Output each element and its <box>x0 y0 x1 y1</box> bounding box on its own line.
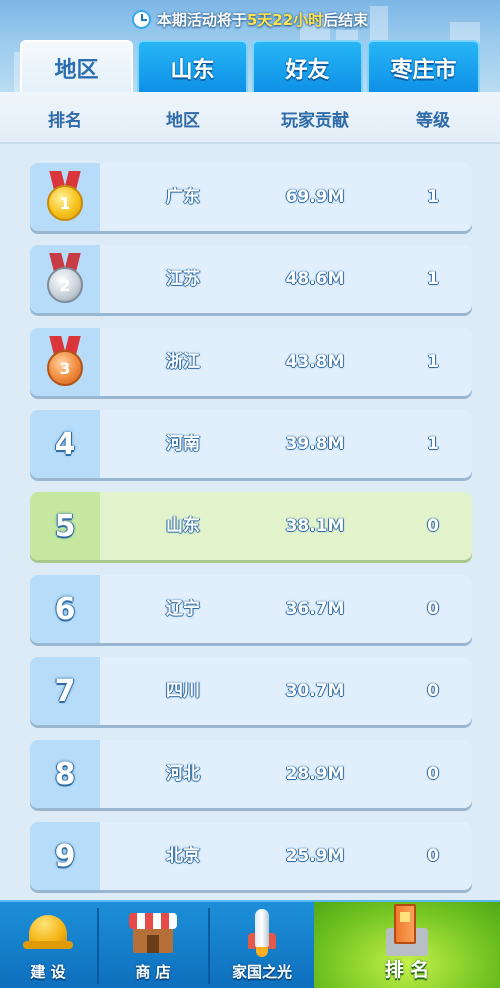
nav-label: 商 店 <box>135 963 171 981</box>
nav-label: 建 设 <box>30 963 66 981</box>
nav-national-light[interactable]: 家国之光 <box>210 902 314 988</box>
countdown-prefix: 本期活动将于 <box>156 10 247 29</box>
rank-number: 4 <box>54 426 76 462</box>
row-contribution: 38.1M <box>285 516 345 536</box>
tab-zaozhuang[interactable]: 枣庄市 <box>367 40 480 94</box>
ranking-row[interactable]: 2 江苏 48.6M 1 <box>30 245 472 313</box>
rank-number: 8 <box>54 756 76 792</box>
rank-badge: 2 <box>30 245 100 313</box>
rank-number: 6 <box>54 591 76 627</box>
row-level: 1 <box>427 352 439 372</box>
rank-badge: 9 <box>30 822 100 890</box>
tab-friends[interactable]: 好友 <box>252 40 363 94</box>
silver-medal-icon: 2 <box>45 253 85 305</box>
row-region: 四川 <box>166 681 200 701</box>
column-region: 地区 <box>166 111 200 131</box>
ranking-row[interactable]: 6 辽宁 36.7M 0 <box>30 575 472 643</box>
row-level: 0 <box>427 599 439 619</box>
nav-shop[interactable]: 商 店 <box>99 902 207 988</box>
row-level: 0 <box>427 681 439 701</box>
row-region: 河南 <box>166 434 200 454</box>
column-rank: 排名 <box>48 111 82 131</box>
row-region: 辽宁 <box>166 599 200 619</box>
ranking-tower-icon <box>382 902 432 956</box>
rank-badge: 5 <box>30 492 100 560</box>
shop-icon <box>129 913 177 955</box>
ranking-row[interactable]: 7 四川 30.7M 0 <box>30 657 472 725</box>
countdown-days: 5天 <box>246 10 273 29</box>
countdown-suffix: 后结束 <box>323 10 369 29</box>
row-region: 河北 <box>166 764 200 784</box>
row-level: 1 <box>427 434 439 454</box>
row-level: 0 <box>427 764 439 784</box>
rank-badge: 7 <box>30 657 100 725</box>
clock-icon <box>131 9 151 29</box>
nav-label: 排 名 <box>384 959 430 981</box>
row-level: 0 <box>427 516 439 536</box>
row-region: 江苏 <box>166 269 200 289</box>
ranking-row[interactable]: 4 河南 39.8M 1 <box>30 410 472 478</box>
row-region: 北京 <box>166 846 200 866</box>
rank-number: 9 <box>54 838 76 874</box>
row-level: 0 <box>427 846 439 866</box>
ranking-row[interactable]: 8 河北 28.9M 0 <box>30 740 472 808</box>
ranking-row[interactable]: 1 广东 69.9M 1 <box>30 163 472 231</box>
row-contribution: 39.8M <box>285 434 345 454</box>
nav-ranking[interactable]: 排 名 <box>314 902 500 988</box>
row-level: 1 <box>427 269 439 289</box>
bottom-nav: 建 设 商 店 家国之光 排 名 <box>0 900 500 988</box>
rank-badge: 4 <box>30 410 100 478</box>
row-region: 山东 <box>166 516 200 536</box>
medal-rank-number: 2 <box>47 267 83 303</box>
row-region: 广东 <box>166 187 200 207</box>
column-level: 等级 <box>416 111 450 131</box>
row-level: 1 <box>427 187 439 207</box>
rank-number: 7 <box>54 673 76 709</box>
tab-shandong[interactable]: 山东 <box>137 40 248 94</box>
column-contribution: 玩家贡献 <box>281 111 349 131</box>
bronze-medal-icon: 3 <box>45 336 85 388</box>
row-contribution: 48.6M <box>285 269 345 289</box>
nav-build[interactable]: 建 设 <box>0 902 96 988</box>
ranking-row[interactable]: 9 北京 25.9M 0 <box>30 822 472 890</box>
ranking-row[interactable]: 3 浙江 43.8M 1 <box>30 328 472 396</box>
tab-region[interactable]: 地区 <box>20 40 133 94</box>
nav-label: 家国之光 <box>231 963 292 981</box>
medal-rank-number: 1 <box>47 185 83 221</box>
rank-badge: 6 <box>30 575 100 643</box>
row-contribution: 36.7M <box>285 599 345 619</box>
helmet-icon <box>23 913 73 953</box>
rank-badge: 3 <box>30 328 100 396</box>
countdown-hours: 22小时 <box>272 10 324 29</box>
column-header: 排名 地区 玩家贡献 等级 <box>0 92 500 144</box>
row-contribution: 28.9M <box>285 764 345 784</box>
rank-badge: 1 <box>30 163 100 231</box>
event-countdown: 本期活动将于 5天 22小时 后结束 <box>0 6 500 32</box>
gold-medal-icon: 1 <box>45 171 85 223</box>
row-region: 浙江 <box>166 352 200 372</box>
rank-number: 5 <box>54 508 76 544</box>
row-contribution: 25.9M <box>285 846 345 866</box>
row-contribution: 43.8M <box>285 352 345 372</box>
row-contribution: 30.7M <box>285 681 345 701</box>
ranking-row-current[interactable]: 5 山东 38.1M 0 <box>30 492 472 560</box>
row-contribution: 69.9M <box>285 187 345 207</box>
rank-badge: 8 <box>30 740 100 808</box>
ranking-list[interactable]: 1 广东 69.9M 1 2 江苏 48.6M 1 3 浙江 43.8M 1 4… <box>0 144 500 900</box>
rocket-icon <box>242 909 282 957</box>
medal-rank-number: 3 <box>47 350 83 386</box>
